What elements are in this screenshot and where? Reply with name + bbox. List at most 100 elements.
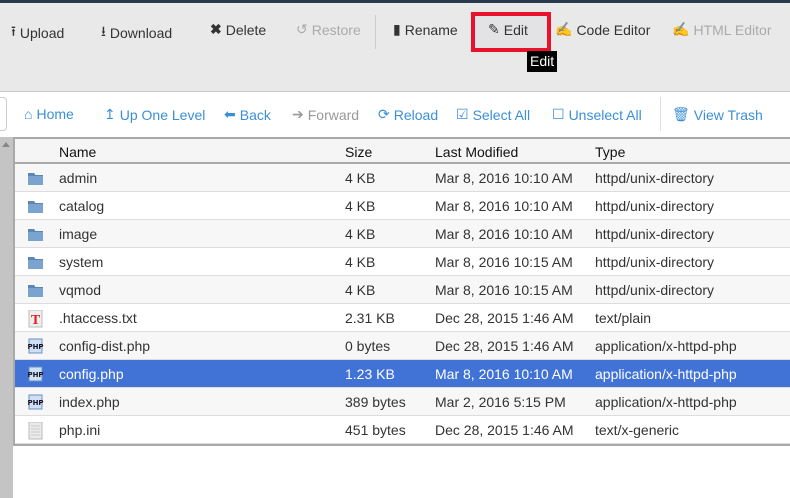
upload-icon: ⭱	[11, 23, 16, 39]
table-row[interactable]: PHP config-dist.php 0 bytes Dec 28, 2015…	[15, 332, 790, 360]
file-type: application/x-httpd-php	[595, 394, 737, 410]
scroll-up-icon[interactable]	[2, 142, 10, 147]
file-name: .htaccess.txt	[59, 310, 137, 326]
file-type: httpd/unix-directory	[595, 198, 715, 214]
arrow-left-icon: ⬅	[224, 106, 236, 122]
file-size: 4 KB	[345, 198, 376, 214]
table-row[interactable]: PHP index.php 389 bytes Mar 2, 2016 5:15…	[15, 388, 790, 416]
file-modified: Mar 8, 2016 10:10 AM	[435, 170, 573, 186]
undo-icon: ↺	[296, 21, 308, 37]
edit-button[interactable]: ✎ Edit	[488, 21, 528, 38]
file-size: 2.31 KB	[345, 310, 395, 326]
select-all-button[interactable]: ☑ Select All	[456, 106, 530, 123]
download-icon: ⭳	[101, 23, 106, 39]
file-name: php.ini	[59, 422, 101, 438]
edit-square-icon: ✍	[672, 21, 690, 37]
file-table: Name Size Last Modified Type admin 4 KB …	[13, 137, 790, 446]
folder-icon	[27, 170, 44, 186]
svg-text:PHP: PHP	[27, 371, 43, 379]
file-name: image	[59, 226, 98, 242]
table-row[interactable]: catalog 4 KB Mar 8, 2016 10:10 AM httpd/…	[15, 192, 790, 220]
scrollbar[interactable]	[0, 137, 13, 498]
table-row[interactable]: system 4 KB Mar 8, 2016 10:15 AM httpd/u…	[15, 248, 790, 276]
php-icon: PHP	[27, 366, 44, 382]
file-type: httpd/unix-directory	[595, 282, 715, 298]
table-row[interactable]: vqmod 4 KB Mar 8, 2016 10:15 AM httpd/un…	[15, 276, 790, 304]
file-size: 4 KB	[345, 254, 376, 270]
checkbox-empty-icon: ☐	[552, 106, 565, 122]
download-button[interactable]: ⭳ Download	[101, 21, 172, 45]
file-size: 4 KB	[345, 282, 376, 298]
view-trash-button[interactable]: 🗑 View Trash	[672, 106, 763, 123]
home-button[interactable]: ⌂ Home	[24, 106, 74, 122]
file-size: 389 bytes	[345, 394, 406, 410]
file-name: vqmod	[59, 282, 102, 298]
file-size: 4 KB	[345, 226, 376, 242]
file-name: config-dist.php	[59, 338, 151, 354]
file-name: config.php	[59, 366, 124, 382]
file-type: text/plain	[595, 310, 652, 326]
text-icon: T	[27, 309, 44, 328]
divider	[660, 97, 661, 131]
file-name: index.php	[59, 394, 120, 410]
refresh-icon: ⟳	[378, 106, 390, 122]
file-size: 1.23 KB	[345, 366, 395, 382]
column-size[interactable]: Size	[345, 144, 372, 160]
table-header: Name Size Last Modified Type	[15, 137, 790, 164]
checkbox-checked-icon: ☑	[456, 106, 469, 122]
file-modified: Dec 28, 2015 1:46 AM	[435, 422, 574, 438]
folder-icon	[27, 282, 44, 298]
svg-text:PHP: PHP	[27, 343, 43, 351]
svg-text:PHP: PHP	[27, 399, 43, 407]
file-modified: Dec 28, 2015 1:46 AM	[435, 338, 574, 354]
file-size: 4 KB	[345, 170, 376, 186]
file-modified: Mar 2, 2016 5:15 PM	[435, 394, 566, 410]
table-row[interactable]: php.ini 451 bytes Dec 28, 2015 1:46 AM t…	[15, 416, 790, 444]
file-modified: Mar 8, 2016 10:10 AM	[435, 198, 573, 214]
column-modified[interactable]: Last Modified	[435, 144, 518, 160]
svg-text:T: T	[31, 313, 41, 328]
level-up-icon: ↥	[104, 106, 116, 122]
tooltip: Edit	[527, 51, 558, 72]
forward-button[interactable]: ➔ Forward	[292, 106, 359, 123]
file-modified: Mar 8, 2016 10:15 AM	[435, 282, 573, 298]
html-editor-button[interactable]: ✍ HTML Editor	[672, 21, 772, 38]
restore-button[interactable]: ↺ Restore	[296, 21, 361, 38]
reload-button[interactable]: ⟳ Reload	[378, 106, 438, 123]
column-name[interactable]: Name	[59, 144, 96, 160]
file-type: httpd/unix-directory	[595, 226, 715, 242]
pencil-icon: ✎	[488, 21, 500, 37]
delete-button[interactable]: ✖ Delete	[210, 21, 266, 38]
php-icon: PHP	[27, 338, 44, 354]
toolbar: ⭱ Upload ⭳ Download ✖ Delete ↺ Restore ▮ Rena…	[0, 3, 790, 92]
file-type: httpd/unix-directory	[595, 170, 715, 186]
file-modified: Dec 28, 2015 1:46 AM	[435, 310, 574, 326]
code-editor-button[interactable]: ✍ Code Editor	[555, 21, 650, 38]
file-size: 0 bytes	[345, 338, 391, 354]
file-modified: Mar 8, 2016 10:10 AM	[435, 226, 573, 242]
unselect-all-button[interactable]: ☐ Unselect All	[552, 106, 642, 123]
file-name: system	[59, 254, 104, 270]
column-type[interactable]: Type	[595, 144, 625, 160]
file-type: application/x-httpd-php	[595, 366, 737, 382]
upload-button[interactable]: ⭱ Upload	[11, 21, 64, 45]
file-modified: Mar 8, 2016 10:10 AM	[435, 366, 573, 382]
up-one-level-button[interactable]: ↥ Up One Level	[104, 106, 205, 123]
nav-bar: ⌂ Home ↥ Up One Level ⬅ Back ➔ Forward ⟳ Relo…	[0, 93, 790, 137]
file-icon: ▮	[393, 21, 401, 37]
folder-icon	[27, 254, 44, 270]
search-input[interactable]	[0, 97, 7, 131]
home-icon: ⌂	[24, 106, 33, 122]
table-row[interactable]: admin 4 KB Mar 8, 2016 10:10 AM httpd/un…	[15, 164, 790, 192]
rename-button[interactable]: ▮ Rename	[393, 21, 458, 38]
file-size: 451 bytes	[345, 422, 406, 438]
back-button[interactable]: ⬅ Back	[224, 106, 271, 123]
arrow-right-icon: ➔	[292, 106, 304, 122]
table-row[interactable]: PHP config.php 1.23 KB Mar 8, 2016 10:10…	[15, 360, 790, 388]
table-row[interactable]: image 4 KB Mar 8, 2016 10:10 AM httpd/un…	[15, 220, 790, 248]
close-icon: ✖	[210, 21, 222, 37]
table-row[interactable]: T .htaccess.txt 2.31 KB Dec 28, 2015 1:4…	[15, 304, 790, 332]
php-icon: PHP	[27, 394, 44, 410]
file-type: httpd/unix-directory	[595, 254, 715, 270]
folder-icon	[27, 226, 44, 242]
